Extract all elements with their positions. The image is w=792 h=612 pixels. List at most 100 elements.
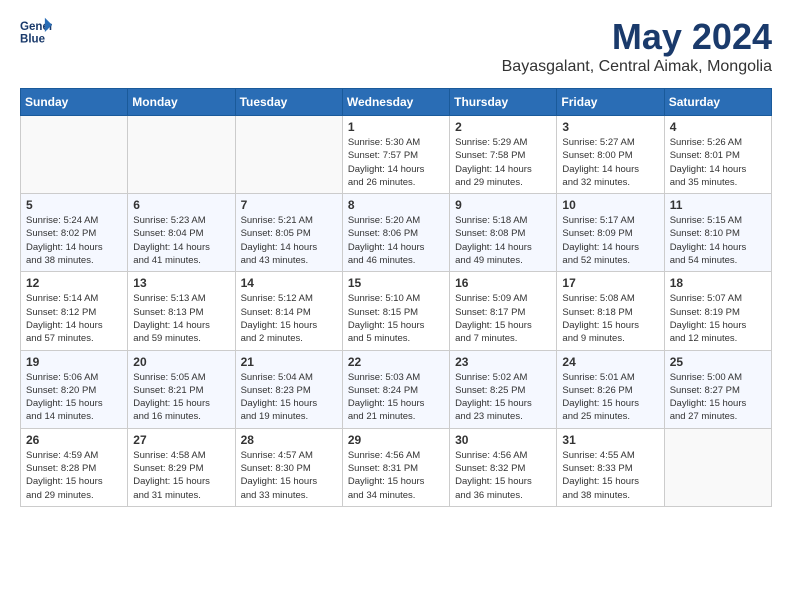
day-number: 6	[133, 198, 229, 212]
day-number: 9	[455, 198, 551, 212]
calendar-cell: 6 Sunrise: 5:23 AM Sunset: 8:04 PM Daylig…	[128, 194, 235, 272]
day-number: 16	[455, 276, 551, 290]
day-info: Sunrise: 5:09 AM Sunset: 8:17 PM Dayligh…	[455, 292, 551, 345]
day-info: Sunrise: 5:12 AM Sunset: 8:14 PM Dayligh…	[241, 292, 337, 345]
calendar-cell: 1Sunrise: 5:30 AM Sunset: 7:57 PM Daylig…	[342, 116, 449, 194]
day-info: Sunrise: 5:07 AM Sunset: 8:19 PM Dayligh…	[670, 292, 766, 345]
weekday-header: Monday	[128, 89, 235, 116]
day-number: 10	[562, 198, 658, 212]
day-info: Sunrise: 5:05 AM Sunset: 8:21 PM Dayligh…	[133, 371, 229, 424]
day-info: Sunrise: 5:04 AM Sunset: 8:23 PM Dayligh…	[241, 371, 337, 424]
day-info: Sunrise: 4:59 AM Sunset: 8:28 PM Dayligh…	[26, 449, 122, 502]
day-info: Sunrise: 5:01 AM Sunset: 8:26 PM Dayligh…	[562, 371, 658, 424]
calendar-cell: 28 Sunrise: 4:57 AM Sunset: 8:30 PM Dayli…	[235, 428, 342, 506]
day-number: 3	[562, 120, 658, 134]
day-info: Sunrise: 5:24 AM Sunset: 8:02 PM Dayligh…	[26, 214, 122, 267]
day-info: Sunrise: 5:17 AM Sunset: 8:09 PM Dayligh…	[562, 214, 658, 267]
day-number: 11	[670, 198, 766, 212]
day-number: 5	[26, 198, 122, 212]
calendar-cell: 24 Sunrise: 5:01 AM Sunset: 8:26 PM Dayli…	[557, 350, 664, 428]
day-number: 28	[241, 433, 337, 447]
day-info: Sunrise: 5:02 AM Sunset: 8:25 PM Dayligh…	[455, 371, 551, 424]
calendar-cell: 25 Sunrise: 5:00 AM Sunset: 8:27 PM Dayli…	[664, 350, 771, 428]
day-number: 25	[670, 355, 766, 369]
day-info: Sunrise: 5:10 AM Sunset: 8:15 PM Dayligh…	[348, 292, 444, 345]
day-info: Sunrise: 5:15 AM Sunset: 8:10 PM Dayligh…	[670, 214, 766, 267]
title-area: May 2024 Bayasgalant, Central Aimak, Mon…	[502, 16, 772, 76]
calendar-cell: 11 Sunrise: 5:15 AM Sunset: 8:10 PM Dayli…	[664, 194, 771, 272]
month-title: May 2024	[502, 16, 772, 58]
day-info: Sunrise: 5:06 AM Sunset: 8:20 PM Dayligh…	[26, 371, 122, 424]
day-number: 26	[26, 433, 122, 447]
day-number: 1	[348, 120, 444, 134]
day-number: 24	[562, 355, 658, 369]
calendar-cell: 22Sunrise: 5:03 AM Sunset: 8:24 PM Dayli…	[342, 350, 449, 428]
calendar-cell: 20 Sunrise: 5:05 AM Sunset: 8:21 PM Dayli…	[128, 350, 235, 428]
weekday-header: Wednesday	[342, 89, 449, 116]
day-number: 23	[455, 355, 551, 369]
day-number: 31	[562, 433, 658, 447]
day-number: 7	[241, 198, 337, 212]
weekday-header-row: SundayMondayTuesdayWednesdayThursdayFrid…	[21, 89, 772, 116]
day-info: Sunrise: 5:14 AM Sunset: 8:12 PM Dayligh…	[26, 292, 122, 345]
day-number: 30	[455, 433, 551, 447]
day-number: 18	[670, 276, 766, 290]
day-info: Sunrise: 5:27 AM Sunset: 8:00 PM Dayligh…	[562, 136, 658, 189]
page-header: General Blue May 2024 Bayasgalant, Centr…	[20, 16, 772, 76]
weekday-header: Friday	[557, 89, 664, 116]
day-number: 20	[133, 355, 229, 369]
calendar-cell: 4Sunrise: 5:26 AM Sunset: 8:01 PM Daylig…	[664, 116, 771, 194]
svg-text:Blue: Blue	[20, 34, 46, 46]
calendar-cell: 8Sunrise: 5:20 AM Sunset: 8:06 PM Daylig…	[342, 194, 449, 272]
calendar-cell: 26 Sunrise: 4:59 AM Sunset: 8:28 PM Dayli…	[21, 428, 128, 506]
calendar-week-row: 12Sunrise: 5:14 AM Sunset: 8:12 PM Dayli…	[21, 272, 772, 350]
calendar-cell	[235, 116, 342, 194]
day-info: Sunrise: 4:55 AM Sunset: 8:33 PM Dayligh…	[562, 449, 658, 502]
weekday-header: Tuesday	[235, 89, 342, 116]
day-number: 2	[455, 120, 551, 134]
calendar-cell: 7 Sunrise: 5:21 AM Sunset: 8:05 PM Daylig…	[235, 194, 342, 272]
calendar-cell	[21, 116, 128, 194]
weekday-header: Sunday	[21, 89, 128, 116]
day-info: Sunrise: 5:23 AM Sunset: 8:04 PM Dayligh…	[133, 214, 229, 267]
calendar-cell: 13Sunrise: 5:13 AM Sunset: 8:13 PM Dayli…	[128, 272, 235, 350]
logo-icon: General Blue	[20, 16, 52, 48]
calendar-cell: 30Sunrise: 4:56 AM Sunset: 8:32 PM Dayli…	[450, 428, 557, 506]
calendar-cell: 14Sunrise: 5:12 AM Sunset: 8:14 PM Dayli…	[235, 272, 342, 350]
day-info: Sunrise: 4:58 AM Sunset: 8:29 PM Dayligh…	[133, 449, 229, 502]
day-number: 22	[348, 355, 444, 369]
calendar-cell: 16 Sunrise: 5:09 AM Sunset: 8:17 PM Dayli…	[450, 272, 557, 350]
calendar-week-row: 26 Sunrise: 4:59 AM Sunset: 8:28 PM Dayli…	[21, 428, 772, 506]
day-number: 21	[241, 355, 337, 369]
calendar-cell: 9 Sunrise: 5:18 AM Sunset: 8:08 PM Daylig…	[450, 194, 557, 272]
calendar-cell: 18 Sunrise: 5:07 AM Sunset: 8:19 PM Dayli…	[664, 272, 771, 350]
calendar-week-row: 19 Sunrise: 5:06 AM Sunset: 8:20 PM Dayli…	[21, 350, 772, 428]
day-info: Sunrise: 5:00 AM Sunset: 8:27 PM Dayligh…	[670, 371, 766, 424]
calendar-cell: 10 Sunrise: 5:17 AM Sunset: 8:09 PM Dayli…	[557, 194, 664, 272]
day-number: 19	[26, 355, 122, 369]
calendar-cell: 29 Sunrise: 4:56 AM Sunset: 8:31 PM Dayli…	[342, 428, 449, 506]
weekday-header: Thursday	[450, 89, 557, 116]
day-info: Sunrise: 5:18 AM Sunset: 8:08 PM Dayligh…	[455, 214, 551, 267]
day-info: Sunrise: 5:13 AM Sunset: 8:13 PM Dayligh…	[133, 292, 229, 345]
calendar-cell: 27 Sunrise: 4:58 AM Sunset: 8:29 PM Dayli…	[128, 428, 235, 506]
calendar-week-row: 5 Sunrise: 5:24 AM Sunset: 8:02 PM Daylig…	[21, 194, 772, 272]
day-info: Sunrise: 5:21 AM Sunset: 8:05 PM Dayligh…	[241, 214, 337, 267]
calendar-cell: 2Sunrise: 5:29 AM Sunset: 7:58 PM Daylig…	[450, 116, 557, 194]
location-title: Bayasgalant, Central Aimak, Mongolia	[502, 58, 772, 76]
day-number: 15	[348, 276, 444, 290]
day-number: 27	[133, 433, 229, 447]
day-number: 8	[348, 198, 444, 212]
day-info: Sunrise: 5:08 AM Sunset: 8:18 PM Dayligh…	[562, 292, 658, 345]
calendar-table: SundayMondayTuesdayWednesdayThursdayFrid…	[20, 88, 772, 507]
calendar-cell: 5 Sunrise: 5:24 AM Sunset: 8:02 PM Daylig…	[21, 194, 128, 272]
calendar-cell: 21 Sunrise: 5:04 AM Sunset: 8:23 PM Dayli…	[235, 350, 342, 428]
day-number: 4	[670, 120, 766, 134]
day-number: 29	[348, 433, 444, 447]
calendar-cell: 3 Sunrise: 5:27 AM Sunset: 8:00 PM Daylig…	[557, 116, 664, 194]
day-info: Sunrise: 4:57 AM Sunset: 8:30 PM Dayligh…	[241, 449, 337, 502]
calendar-cell: 19 Sunrise: 5:06 AM Sunset: 8:20 PM Dayli…	[21, 350, 128, 428]
calendar-cell: 17Sunrise: 5:08 AM Sunset: 8:18 PM Dayli…	[557, 272, 664, 350]
day-info: Sunrise: 4:56 AM Sunset: 8:31 PM Dayligh…	[348, 449, 444, 502]
calendar-week-row: 1Sunrise: 5:30 AM Sunset: 7:57 PM Daylig…	[21, 116, 772, 194]
